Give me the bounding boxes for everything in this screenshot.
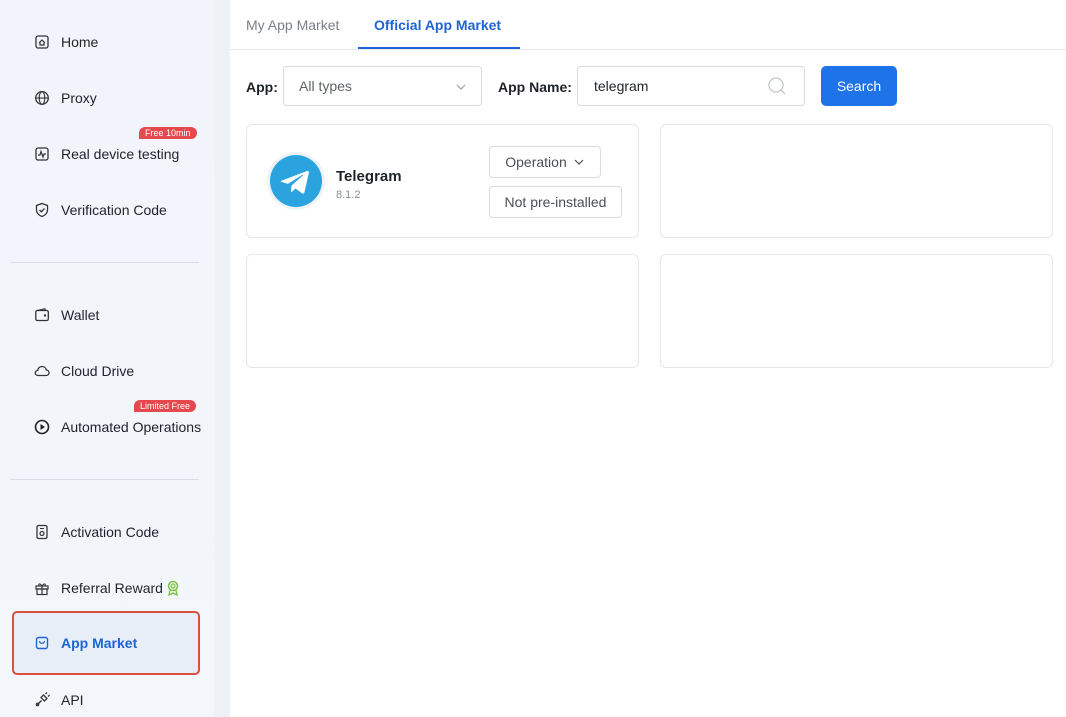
sidebar-item-wallet[interactable]: Wallet xyxy=(12,295,202,335)
app-name: Telegram xyxy=(336,168,402,185)
sidebar-divider xyxy=(10,262,199,263)
sidebar-item-label: Automated Operations xyxy=(61,419,202,435)
sidebar-item-api[interactable]: API xyxy=(12,680,202,717)
globe-icon xyxy=(34,90,50,106)
sidebar: Home Proxy Free 10min Real device testin… xyxy=(0,0,214,717)
sidebar-item-label: API xyxy=(61,692,84,708)
shield-check-icon xyxy=(34,202,50,218)
award-ribbon-icon xyxy=(166,580,180,596)
sidebar-item-label: Home xyxy=(61,34,99,50)
search-icon[interactable] xyxy=(767,76,787,101)
sidebar-item-label: Verification Code xyxy=(61,202,167,218)
sidebar-item-home[interactable]: Home xyxy=(12,22,202,62)
main-content: My App Market Official App Market App: A… xyxy=(230,0,1066,717)
app-card-telegram: Telegram 8.1.2 Operation Not pre-install… xyxy=(246,124,639,238)
app-type-select[interactable]: All types xyxy=(283,66,482,106)
sidebar-item-automated-operations[interactable]: Automated Operations xyxy=(12,407,202,447)
operation-label: Operation xyxy=(505,154,567,170)
search-button[interactable]: Search xyxy=(821,66,897,106)
market-tabs: My App Market Official App Market xyxy=(230,0,1066,50)
app-type-select-value: All types xyxy=(299,78,352,94)
home-icon xyxy=(34,34,50,50)
sidebar-divider xyxy=(10,479,199,480)
chevron-down-icon xyxy=(573,156,585,168)
sidebar-item-label: Cloud Drive xyxy=(61,363,135,379)
install-status-button[interactable]: Not pre-installed xyxy=(489,186,622,218)
sidebar-item-app-market[interactable]: App Market xyxy=(12,611,200,675)
sidebar-item-label: Activation Code xyxy=(61,524,160,540)
tab-official-app-market[interactable]: Official App Market xyxy=(374,0,501,50)
sidebar-item-proxy[interactable]: Proxy xyxy=(12,78,202,118)
sidebar-item-label: Proxy xyxy=(61,90,97,106)
code-card-icon xyxy=(34,524,50,540)
chevron-down-icon xyxy=(455,80,467,96)
telegram-logo xyxy=(267,152,325,210)
wallet-icon xyxy=(34,307,50,323)
app-card-placeholder xyxy=(660,254,1053,368)
app-type-label: App: xyxy=(246,79,278,95)
sidebar-item-label: Wallet xyxy=(61,307,100,323)
app-card-placeholder xyxy=(246,254,639,368)
sidebar-item-real-device-testing[interactable]: Real device testing xyxy=(12,134,202,174)
active-tab-indicator xyxy=(358,47,520,49)
sidebar-item-verification-code[interactable]: Verification Code xyxy=(12,190,202,230)
gift-icon xyxy=(34,580,50,596)
sidebar-item-label: App Market xyxy=(61,635,138,651)
tab-my-app-market[interactable]: My App Market xyxy=(246,0,339,50)
play-circle-icon xyxy=(34,419,50,435)
app-name-label: App Name: xyxy=(498,79,572,95)
sidebar-item-activation-code[interactable]: Activation Code xyxy=(12,512,202,552)
sidebar-item-label: Referral Reward xyxy=(61,580,163,596)
sidebar-item-label: Real device testing xyxy=(61,146,180,162)
operation-dropdown-button[interactable]: Operation xyxy=(489,146,601,178)
sidebar-item-cloud-drive[interactable]: Cloud Drive xyxy=(12,351,202,391)
plug-icon xyxy=(34,692,50,708)
pulse-icon xyxy=(34,146,50,162)
sidebar-item-referral-reward[interactable]: Referral Reward xyxy=(12,568,202,608)
telegram-icon xyxy=(270,155,322,207)
shop-bag-icon xyxy=(34,635,50,651)
app-card-placeholder xyxy=(660,124,1053,238)
cloud-icon xyxy=(34,363,50,379)
app-version: 8.1.2 xyxy=(336,189,361,201)
